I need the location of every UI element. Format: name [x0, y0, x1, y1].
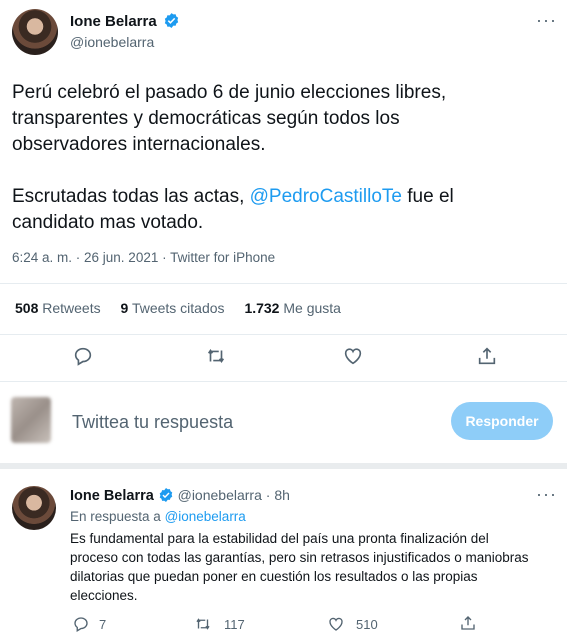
stats-row: 508 Retweets 9 Tweets citados 1.732 Me g…: [15, 300, 341, 316]
mention-link[interactable]: @PedroCastilloTe: [250, 186, 402, 207]
more-icon[interactable]: ···: [536, 10, 557, 31]
tweet-timestamp[interactable]: 6:24 a. m. · 26 jun. 2021 · Twitter for …: [12, 250, 275, 265]
reply-icon[interactable]: [72, 345, 94, 367]
quotes-stat[interactable]: 9 Tweets citados: [121, 300, 225, 316]
in-reply-to: En respuesta a @ionebelarra: [70, 507, 246, 526]
section-separator: [0, 463, 567, 469]
quotes-count: 9: [120, 300, 129, 316]
reply-count: 7: [99, 617, 107, 632]
reply-more-icon[interactable]: ···: [536, 484, 557, 505]
tweet-text-line-4: Escrutadas todas las actas, @PedroCastil…: [12, 184, 454, 210]
reply-text-line-1: Es fundamental para la estabilidad del p…: [70, 531, 489, 546]
share-icon[interactable]: [476, 345, 498, 367]
reply-author-avatar[interactable]: [12, 486, 56, 530]
retweet-icon[interactable]: [193, 615, 213, 633]
reply-text-line-4: elecciones.: [70, 588, 138, 603]
author-name[interactable]: Ione Belarra: [70, 13, 157, 30]
retweets-count: 508: [15, 300, 39, 316]
quotes-label: Tweets citados: [131, 300, 225, 316]
author-avatar[interactable]: [12, 9, 58, 55]
retweet-icon[interactable]: [204, 345, 228, 367]
reply-input[interactable]: Twittea tu respuesta: [72, 412, 233, 433]
in-reply-prefix: En respuesta a: [70, 509, 165, 524]
in-reply-handle-link[interactable]: @ionebelarra: [165, 509, 246, 524]
likes-stat[interactable]: 1.732 Me gusta: [244, 300, 341, 316]
divider: [0, 283, 567, 284]
reply-icon[interactable]: [72, 615, 90, 633]
user-avatar: [11, 397, 51, 443]
tweet-text-line-4-post: fue el: [401, 186, 454, 207]
retweets-stat[interactable]: 508 Retweets: [15, 300, 101, 316]
tweet-text-line-2: transparentes y democráticas según todos…: [12, 108, 400, 129]
reply-text-line-2: proceso con todas las garantías, pero si…: [70, 550, 529, 565]
retweets-label: Retweets: [42, 300, 101, 316]
like-icon[interactable]: [342, 345, 364, 367]
reply-time[interactable]: · 8h: [266, 487, 290, 503]
divider: [0, 381, 567, 382]
likes-label: Me gusta: [283, 300, 341, 316]
tweet-text-line-4-pre: Escrutadas todas las actas,: [12, 186, 250, 207]
reply-button[interactable]: Responder: [451, 402, 553, 440]
reply-header: Ione Belarra @ionebelarra · 8h: [70, 487, 290, 504]
reply-author-name[interactable]: Ione Belarra: [70, 488, 154, 504]
author-handle[interactable]: @ionebelarra: [70, 34, 154, 50]
reply-text-line-3: dilatorias que puedan poner en cuestión …: [70, 569, 478, 584]
retweet-count: 117: [224, 617, 245, 632]
share-icon[interactable]: [459, 614, 477, 632]
verified-badge-icon: [159, 487, 172, 502]
like-icon[interactable]: [327, 615, 345, 633]
tweet-text-line-5: candidato mas votado.: [12, 212, 204, 233]
reply-author-handle[interactable]: @ionebelarra: [178, 487, 262, 503]
tweet-text-line-3: observadores internacionales.: [12, 134, 266, 155]
verified-badge-icon: [165, 12, 179, 28]
author-name-row: Ione Belarra: [70, 12, 180, 31]
tweet-text-line-1: Perú celebró el pasado 6 de junio elecci…: [12, 82, 447, 103]
like-count: 510: [356, 617, 378, 632]
likes-count: 1.732: [244, 300, 280, 316]
divider: [0, 334, 567, 335]
